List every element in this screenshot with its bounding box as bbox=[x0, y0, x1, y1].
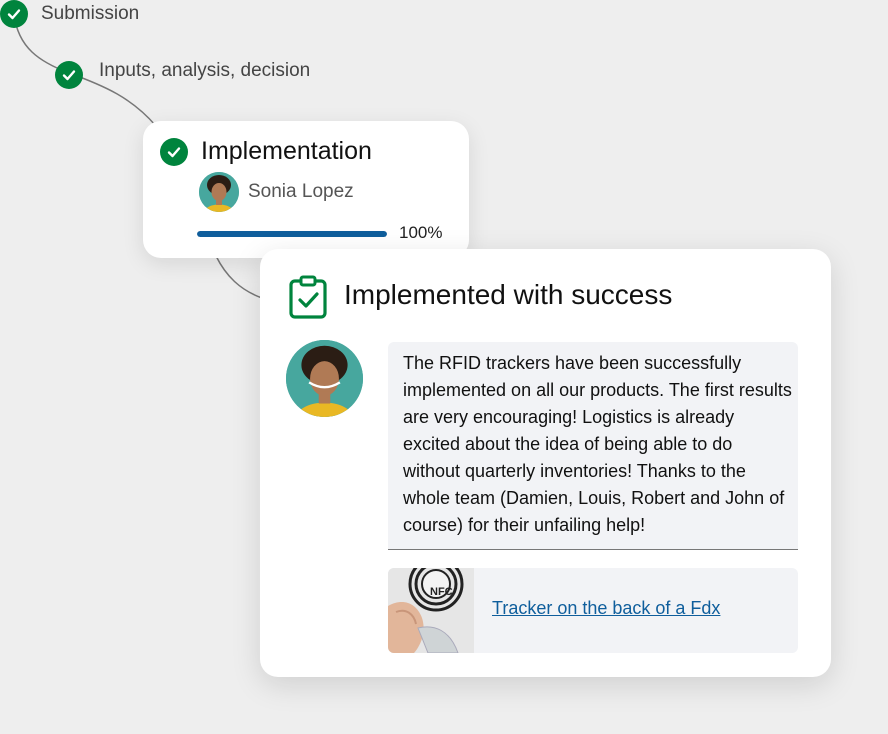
avatar bbox=[199, 172, 239, 212]
step-label-inputs: Inputs, analysis, decision bbox=[99, 60, 311, 81]
progress-percent: 100% bbox=[399, 223, 443, 242]
progress-bar-fill bbox=[197, 231, 387, 237]
nfc-label: NFC bbox=[430, 586, 453, 598]
attachment-link[interactable]: Tracker on the back of a Fdx bbox=[492, 598, 720, 619]
assignee-name: Sonia Lopez bbox=[248, 181, 354, 202]
check-circle-icon bbox=[55, 61, 83, 89]
step-label-submission: Submission bbox=[41, 3, 140, 24]
implementation-card[interactable]: Implementation Sonia Lopez 100% bbox=[143, 121, 469, 258]
clipboard-check-icon bbox=[289, 275, 327, 319]
check-circle-icon bbox=[160, 138, 188, 166]
progress-bar bbox=[197, 231, 387, 237]
success-title: Implemented with success bbox=[344, 279, 673, 310]
attachment-thumbnail[interactable]: NFC bbox=[388, 568, 474, 653]
comment-box: The RFID trackers have been successfully… bbox=[388, 342, 798, 550]
attachment[interactable]: NFC Tracker on the back of a Fdx bbox=[388, 568, 798, 653]
avatar bbox=[286, 340, 363, 417]
comment-text: The RFID trackers have been successfully… bbox=[403, 353, 792, 535]
success-card: Implemented with success The RFID tracke… bbox=[260, 249, 831, 677]
check-circle-icon bbox=[0, 0, 28, 28]
implementation-title: Implementation bbox=[201, 137, 372, 165]
